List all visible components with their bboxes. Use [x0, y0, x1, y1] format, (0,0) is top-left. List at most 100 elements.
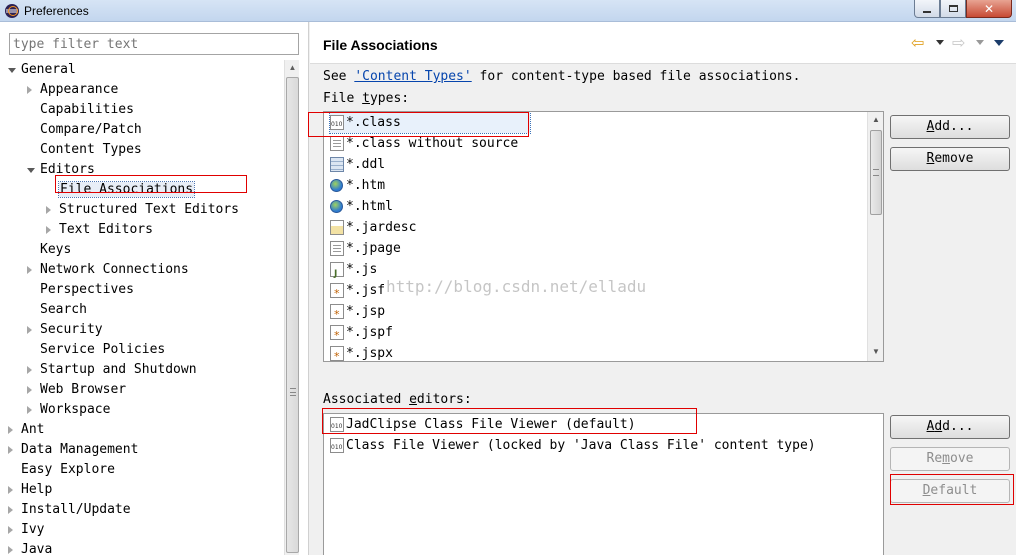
- bin-file-icon: [330, 417, 344, 432]
- add-editor-button[interactable]: Add...: [890, 415, 1010, 439]
- tree-item[interactable]: Network Connections: [27, 260, 189, 280]
- list-item[interactable]: *.js: [330, 259, 377, 285]
- list-item-label: *.htm: [346, 178, 386, 193]
- list-item[interactable]: *.jsf: [330, 280, 385, 304]
- list-item[interactable]: *.class without source: [330, 133, 518, 154]
- collapsed-icon[interactable]: [8, 446, 13, 454]
- tree-item-label: Search: [40, 302, 87, 317]
- list-item[interactable]: *.jsp: [330, 301, 385, 325]
- list-item[interactable]: *.htm: [330, 175, 385, 196]
- collapsed-icon[interactable]: [27, 406, 32, 414]
- list-item[interactable]: JadClipse Class File Viewer (default): [330, 414, 636, 435]
- remove-file-type-button[interactable]: Remove: [890, 147, 1010, 171]
- list-item-label: JadClipse Class File Viewer (default): [346, 417, 636, 432]
- tree-item[interactable]: Keys: [40, 240, 71, 260]
- forward-dropdown-icon[interactable]: [976, 40, 984, 45]
- back-arrow-icon[interactable]: ⇦: [911, 36, 924, 52]
- tree-item-label: Data Management: [21, 442, 139, 457]
- content-types-link[interactable]: 'Content Types': [354, 69, 471, 84]
- tree-item[interactable]: Ivy: [8, 520, 45, 540]
- tree-scrollbar[interactable]: ▲: [284, 60, 299, 555]
- collapsed-icon[interactable]: [8, 546, 13, 554]
- collapsed-icon[interactable]: [46, 206, 51, 214]
- tree-item[interactable]: Startup and Shutdown: [27, 360, 197, 380]
- collapsed-icon[interactable]: [27, 326, 32, 334]
- tree-item-label: Ant: [21, 422, 45, 437]
- default-editor-button[interactable]: Default: [890, 479, 1010, 503]
- list-item-label: *.jardesc: [346, 220, 417, 235]
- close-icon: ✕: [983, 1, 995, 16]
- list-item[interactable]: *.jpage: [330, 238, 401, 259]
- jar-file-icon: [330, 220, 344, 235]
- tree-item[interactable]: Capabilities: [40, 100, 134, 120]
- tree-item[interactable]: Editors: [27, 160, 95, 180]
- collapsed-icon[interactable]: [8, 506, 13, 514]
- tree-item-label: Web Browser: [40, 382, 127, 397]
- tree-item[interactable]: Structured Text Editors: [46, 200, 239, 220]
- content-types-hint: See 'Content Types' for content-type bas…: [323, 69, 800, 84]
- file-types-list[interactable]: *.class *.class without source *.ddl *.htm *…: [323, 111, 884, 362]
- expanded-icon[interactable]: [8, 68, 16, 73]
- list-item[interactable]: *.ddl: [330, 154, 385, 175]
- view-menu-icon[interactable]: [994, 40, 1004, 46]
- tree-item[interactable]: Compare/Patch: [40, 120, 142, 140]
- tree-item[interactable]: Easy Explore: [21, 460, 115, 480]
- tree-item[interactable]: Perspectives: [40, 280, 134, 300]
- tree-item[interactable]: Security: [27, 320, 103, 340]
- grip-icon: [873, 169, 879, 176]
- tree-item[interactable]: Service Policies: [40, 340, 165, 360]
- tree-item[interactable]: Content Types: [40, 140, 142, 160]
- tree-item-label: Help: [21, 482, 53, 497]
- collapsed-icon[interactable]: [8, 426, 13, 434]
- tree-item[interactable]: Workspace: [27, 400, 110, 420]
- tree-item[interactable]: Ant: [8, 420, 45, 440]
- list-item[interactable]: *.jardesc: [330, 217, 416, 238]
- tree-item-label: Security: [40, 322, 103, 337]
- list-item-label: *.jspf: [346, 325, 393, 340]
- tree-item[interactable]: Data Management: [8, 440, 139, 460]
- collapsed-icon[interactable]: [46, 226, 51, 234]
- tree-item[interactable]: General: [8, 60, 76, 80]
- file-types-scrollbar[interactable]: ▲ ▼: [867, 112, 883, 361]
- jsp-file-icon: [330, 325, 344, 346]
- forward-arrow-icon[interactable]: ⇨: [952, 36, 965, 52]
- tree-scroll-thumb[interactable]: [286, 77, 299, 553]
- scroll-up-icon[interactable]: ▲: [868, 112, 883, 128]
- list-item[interactable]: Class File Viewer (locked by 'Java Class…: [330, 435, 816, 456]
- collapsed-icon[interactable]: [27, 386, 32, 394]
- maximize-button[interactable]: [940, 0, 966, 18]
- file-types-scroll-thumb[interactable]: [870, 130, 882, 215]
- list-item[interactable]: *.html: [330, 196, 393, 217]
- list-item[interactable]: *.class: [329, 112, 531, 134]
- collapsed-icon[interactable]: [8, 486, 13, 494]
- filter-input[interactable]: [9, 33, 299, 55]
- tree-item[interactable]: File Associations: [57, 180, 196, 200]
- close-button[interactable]: ✕: [966, 0, 1012, 18]
- expanded-icon[interactable]: [27, 168, 35, 173]
- scroll-up-icon[interactable]: ▲: [285, 60, 300, 76]
- associated-editors-list[interactable]: JadClipse Class File Viewer (default) Cla…: [323, 413, 884, 555]
- add-file-type-button[interactable]: Add...: [890, 115, 1010, 139]
- tree-item[interactable]: Text Editors: [46, 220, 153, 240]
- tree-item[interactable]: Install/Update: [8, 500, 131, 520]
- collapsed-icon[interactable]: [27, 266, 32, 274]
- collapsed-icon[interactable]: [27, 366, 32, 374]
- back-dropdown-icon[interactable]: [936, 40, 944, 45]
- scroll-down-icon[interactable]: ▼: [868, 344, 883, 360]
- tree-item[interactable]: Web Browser: [27, 380, 127, 400]
- list-item-label: *.jpage: [346, 241, 401, 256]
- minimize-button[interactable]: [914, 0, 940, 18]
- doc-file-icon: [330, 136, 344, 151]
- collapsed-icon[interactable]: [8, 526, 13, 534]
- tree-item[interactable]: Appearance: [27, 80, 118, 100]
- remove-editor-button[interactable]: Remove: [890, 447, 1010, 471]
- list-item[interactable]: *.jspx: [330, 343, 393, 361]
- jsp-file-icon: [330, 283, 344, 304]
- tree-item[interactable]: Search: [40, 300, 87, 320]
- collapsed-icon[interactable]: [27, 86, 32, 94]
- tree-item[interactable]: Help: [8, 480, 53, 500]
- tree-item[interactable]: Java: [8, 540, 52, 555]
- list-item[interactable]: *.jspf: [330, 322, 393, 346]
- tree-item-label: Ivy: [21, 522, 45, 537]
- tree-item-label: Perspectives: [40, 282, 134, 297]
